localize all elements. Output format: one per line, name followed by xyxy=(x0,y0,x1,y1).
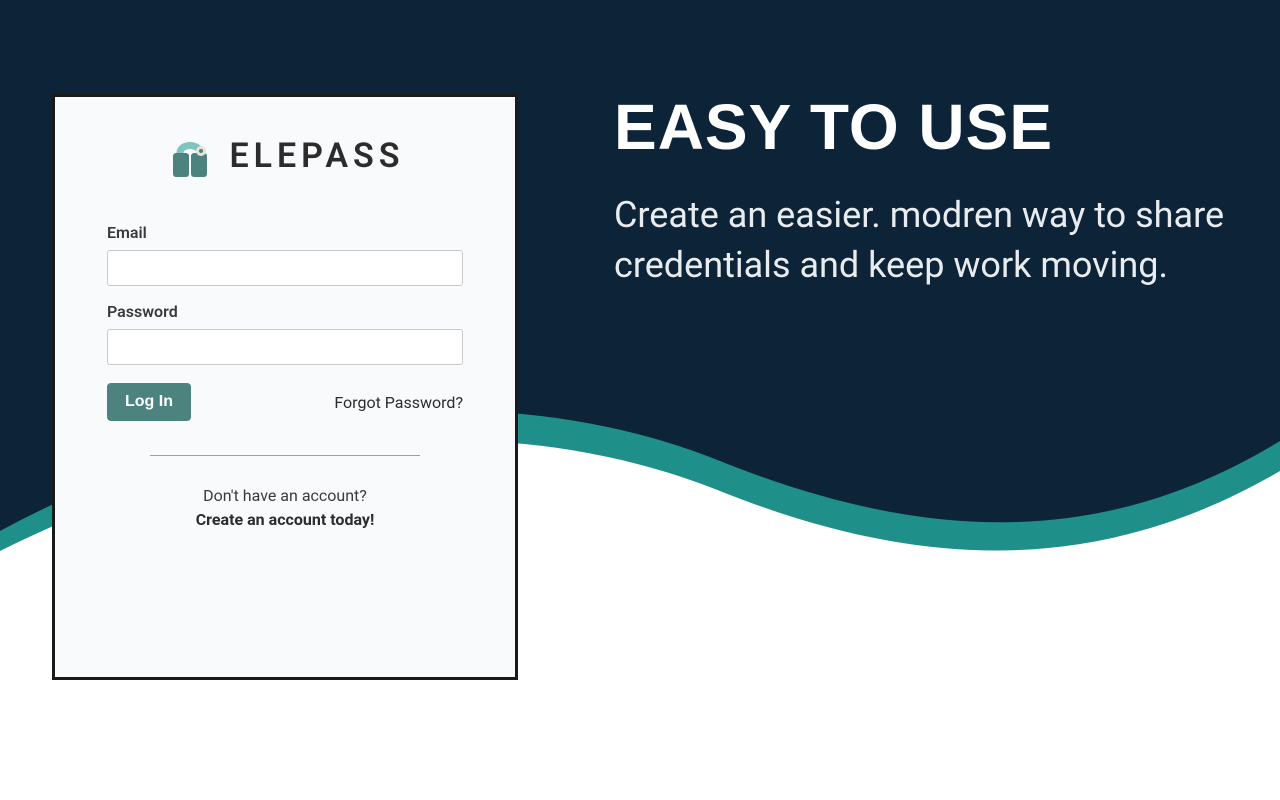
email-field[interactable] xyxy=(107,250,463,286)
email-label: Email xyxy=(107,223,463,242)
signup-prompt: Don't have an account? xyxy=(107,484,463,508)
password-label: Password xyxy=(107,302,463,321)
login-card: ELEPASS Email Password Log In Forgot Pas… xyxy=(52,94,518,680)
forgot-password-link[interactable]: Forgot Password? xyxy=(334,393,463,412)
divider xyxy=(150,455,420,456)
brand-name: ELEPASS xyxy=(229,136,404,176)
password-field[interactable] xyxy=(107,329,463,365)
lock-elephant-icon xyxy=(165,131,215,181)
brand-logo: ELEPASS xyxy=(107,131,463,181)
hero-section: EASY TO USE Create an easier. modren way… xyxy=(614,90,1260,291)
create-account-link[interactable]: Create an account today! xyxy=(107,508,463,532)
login-button[interactable]: Log In xyxy=(107,383,191,421)
hero-title: EASY TO USE xyxy=(614,90,1260,164)
hero-subtitle: Create an easier. modren way to share cr… xyxy=(614,190,1260,291)
